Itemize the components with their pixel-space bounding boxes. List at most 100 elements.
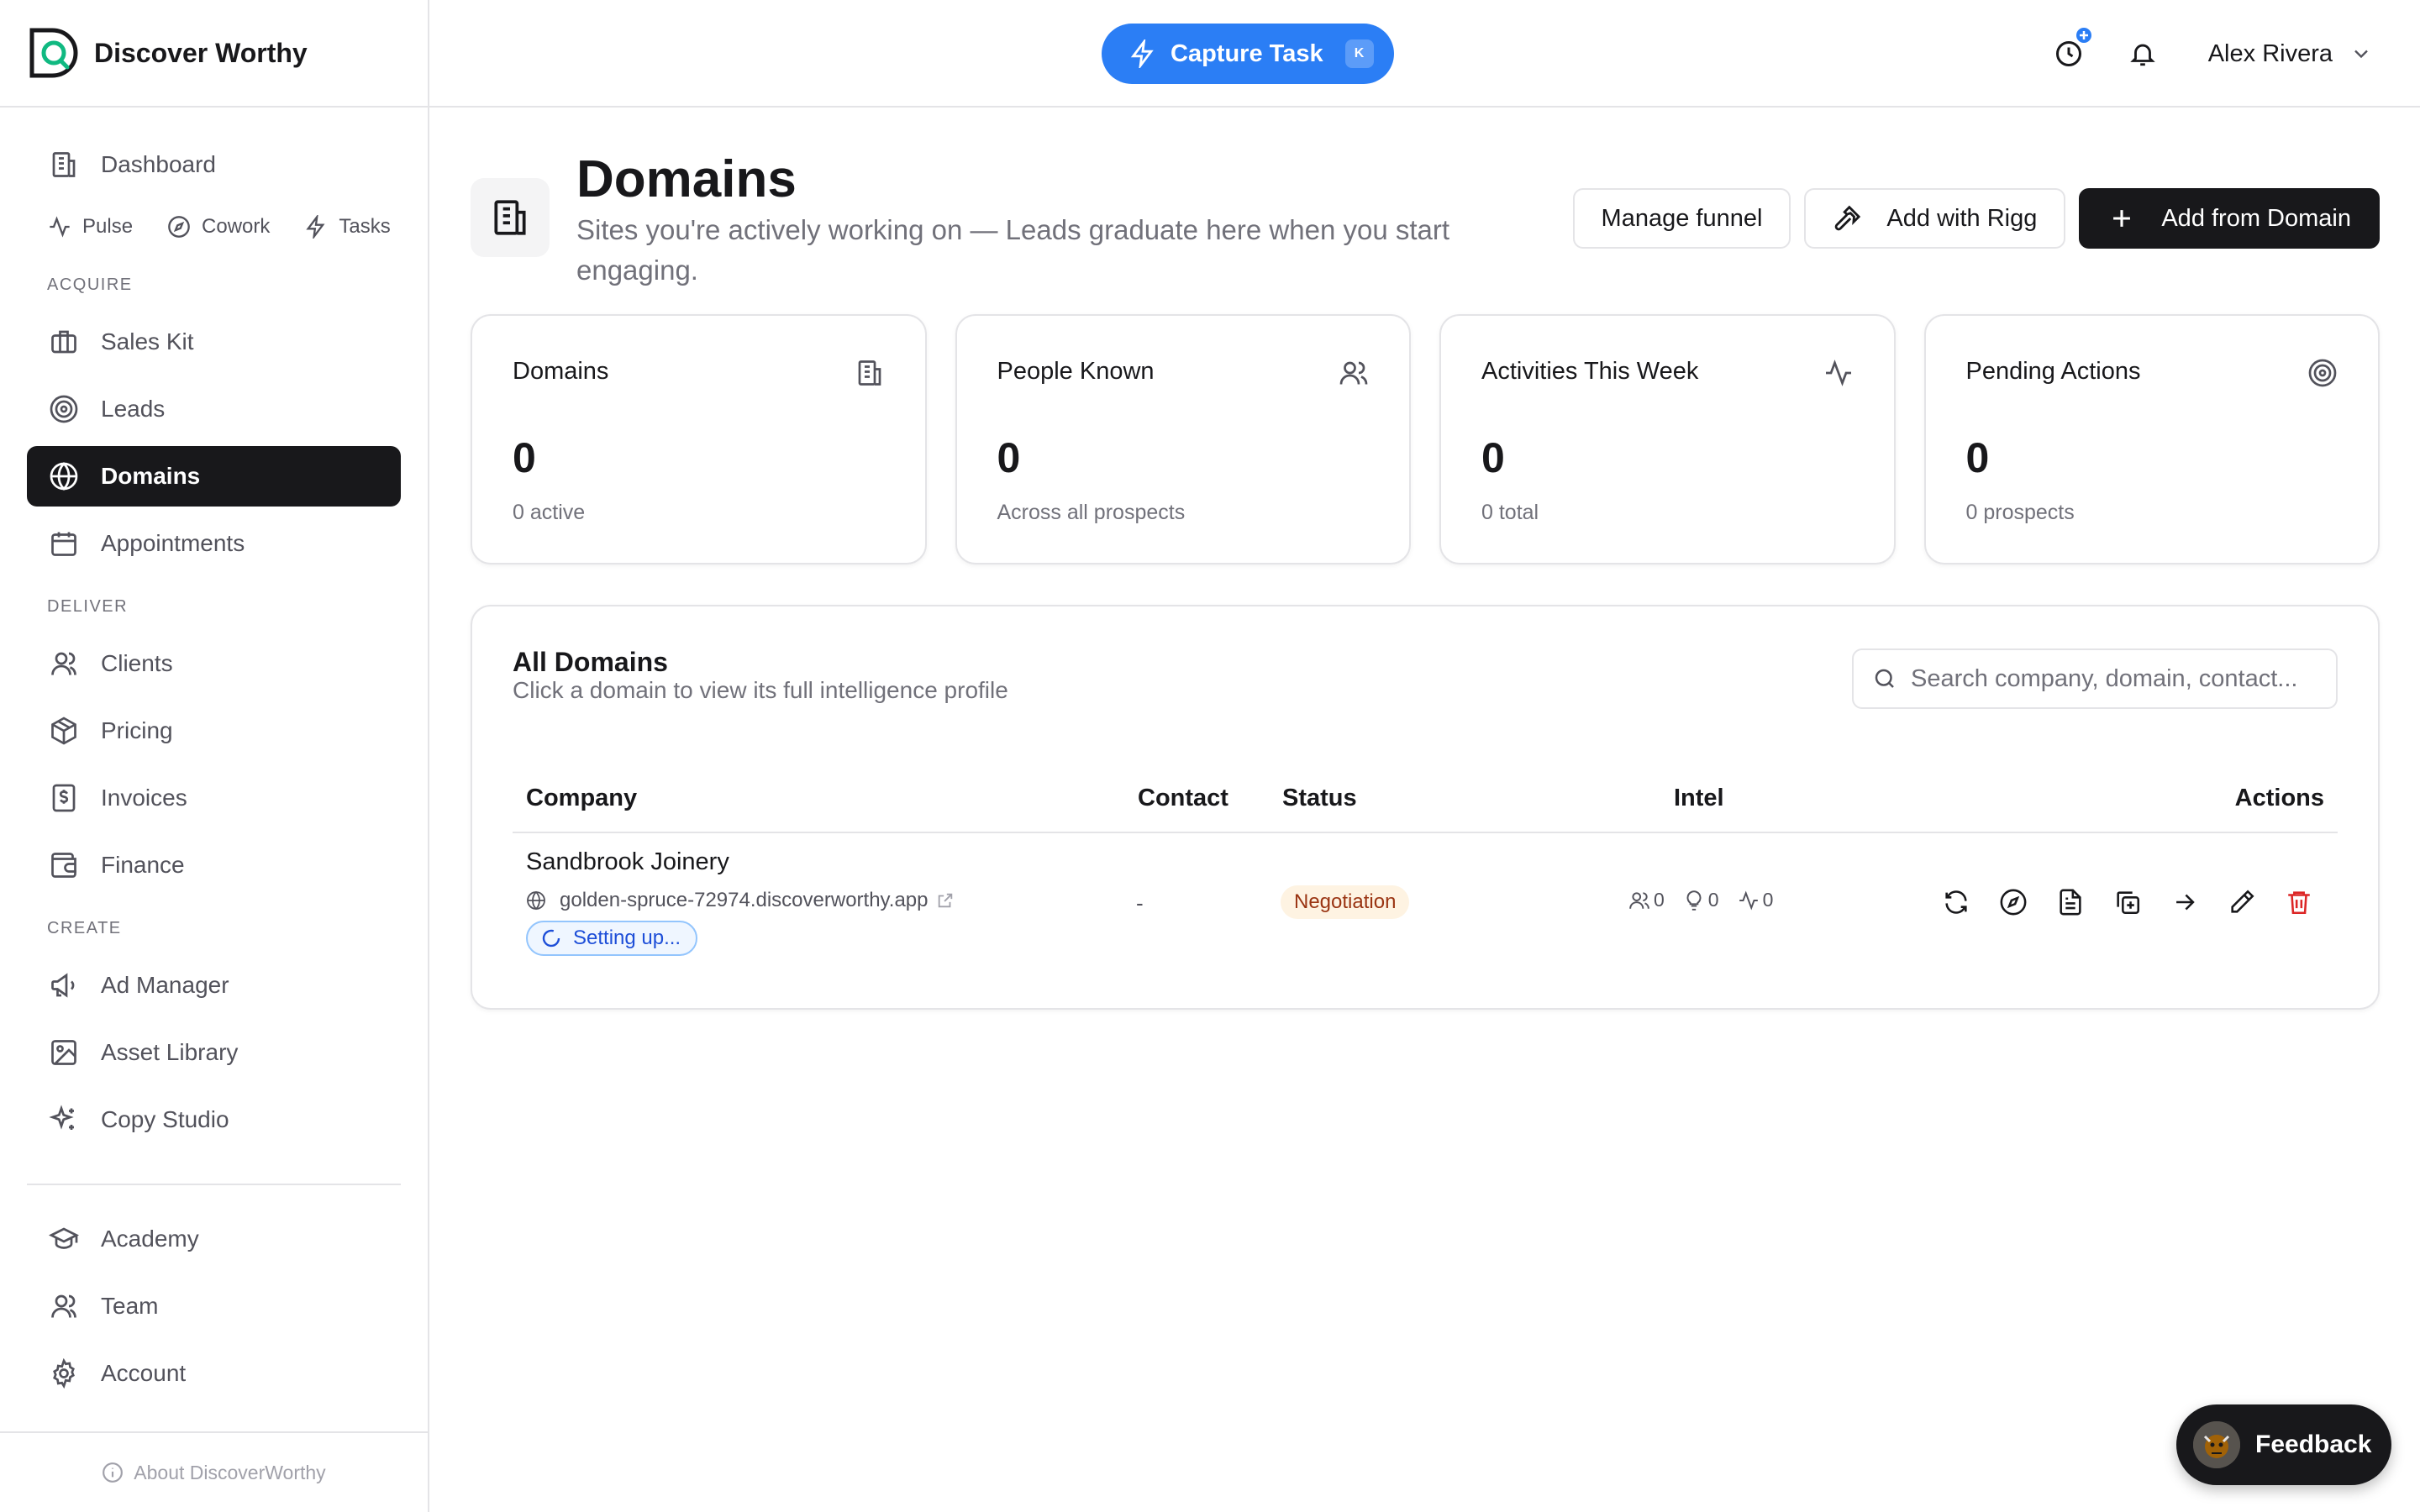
feedback-label: Feedback — [2255, 1431, 2372, 1458]
stat-subtext: 0 total — [1481, 501, 1539, 524]
sidebar-item-label: Finance — [101, 852, 185, 878]
sidebar-item-asset-library[interactable]: Asset Library — [27, 1022, 401, 1083]
sidebar-item-label: Dashboard — [101, 151, 216, 177]
sidebar-item-copy-studio[interactable]: Copy Studio — [27, 1089, 401, 1150]
sidebar-item-academy[interactable]: Academy — [27, 1209, 401, 1269]
domain-link[interactable]: golden-spruce-72974.discoverworthy.app — [526, 889, 955, 912]
capture-task-label: Capture Task — [1171, 39, 1323, 67]
top-bar: Capture Task K Alex Rivera — [429, 0, 2420, 108]
add-from-domain-label: Add from Domain — [2161, 204, 2351, 232]
package-icon — [47, 714, 81, 748]
history-button[interactable] — [2050, 25, 2094, 72]
notification-plus-badge — [2073, 25, 2094, 45]
sidebar-item-pricing[interactable]: Pricing — [27, 701, 401, 761]
stat-card-pending-actions: Pending Actions 0 0 prospects — [1923, 314, 2380, 564]
sidebar-item-domains[interactable]: Domains — [27, 446, 401, 507]
column-header-intel[interactable]: Intel — [1674, 785, 1724, 812]
add-with-rigg-button[interactable]: Add with Rigg — [1804, 188, 2066, 249]
domain-url: golden-spruce-72974.discoverworthy.app — [560, 889, 929, 911]
company-name[interactable]: Sandbrook Joinery — [526, 848, 729, 876]
sidebar-item-dashboard[interactable]: Dashboard — [27, 134, 401, 195]
sidebar-item-appointments[interactable]: Appointments — [27, 513, 401, 574]
intel-cell: 0 0 0 — [1628, 889, 1791, 911]
sidebar-item-team[interactable]: Team — [27, 1276, 401, 1336]
sidebar-subitem-pulse[interactable]: Pulse — [47, 214, 133, 239]
users-icon — [1629, 891, 1649, 909]
pencil-icon — [2231, 890, 2254, 913]
page-subtitle: Sites you're actively working on — Leads… — [576, 214, 1450, 286]
about-label: About DiscoverWorthy — [134, 1461, 326, 1483]
stat-label: Pending Actions — [1965, 358, 2141, 385]
sidebar-item-sales-kit[interactable]: Sales Kit — [27, 312, 401, 372]
avatar — [2193, 1421, 2240, 1468]
sidebar-item-label: Ad Manager — [101, 972, 229, 998]
manage-funnel-label: Manage funnel — [1601, 204, 1763, 232]
chevron-down-icon — [2354, 50, 2368, 59]
keyboard-shortcut-badge: K — [1344, 39, 1374, 68]
compass-icon — [2000, 889, 2027, 916]
sidebar-item-label: Leads — [101, 396, 166, 422]
refresh-icon — [1945, 890, 1967, 914]
table-header: Company Contact Status Intel Actions — [513, 766, 2338, 833]
sidebar-subitem-cowork[interactable]: Cowork — [166, 214, 270, 239]
document-button[interactable] — [2052, 884, 2089, 921]
sidebar-item-finance[interactable]: Finance — [27, 835, 401, 895]
building-icon — [858, 360, 881, 386]
activity-icon — [1739, 890, 1758, 910]
refresh-button[interactable] — [1938, 884, 1975, 921]
duplicate-button[interactable] — [2109, 884, 2146, 921]
section-label-acquire: ACQUIRE — [47, 276, 133, 294]
stat-value: 0 — [997, 434, 1021, 481]
open-button[interactable] — [2166, 884, 2203, 921]
column-header-status[interactable]: Status — [1282, 785, 1357, 812]
sidebar-subitem-tasks[interactable]: Tasks — [303, 214, 391, 239]
stat-subtext: 0 active — [513, 501, 586, 524]
user-icon — [47, 1289, 81, 1323]
external-link-icon — [939, 893, 953, 908]
lightning-icon — [303, 214, 329, 239]
brand[interactable]: Discover Worthy — [0, 0, 428, 108]
domains-table: Company Contact Status Intel Actions San… — [513, 766, 2338, 976]
notifications-button[interactable] — [2124, 35, 2161, 72]
sidebar-subitem-label: Pulse — [82, 215, 134, 238]
table-row[interactable]: Sandbrook Joinery golden-spruce-72974.di… — [513, 833, 2338, 976]
manage-funnel-button[interactable]: Manage funnel — [1572, 188, 1791, 249]
add-from-domain-button[interactable]: Add from Domain — [2079, 188, 2380, 249]
page-actions: Manage funnel Add with Rigg Add from Dom… — [1560, 188, 2380, 249]
column-header-company[interactable]: Company — [526, 785, 637, 812]
pulse-icon — [47, 214, 72, 239]
feedback-button[interactable]: Feedback — [2176, 1404, 2391, 1485]
sidebar-item-clients[interactable]: Clients — [27, 633, 401, 694]
user-menu[interactable]: Alex Rivera — [2208, 40, 2373, 68]
sidebar-item-label: Account — [101, 1360, 187, 1386]
sidebar-item-leads[interactable]: Leads — [27, 379, 401, 439]
contact-cell: - — [1136, 890, 1144, 916]
edit-button[interactable] — [2223, 884, 2260, 921]
about-link[interactable]: About DiscoverWorthy — [0, 1431, 428, 1512]
sidebar-item-account[interactable]: Account — [27, 1343, 401, 1404]
target-icon — [47, 392, 81, 426]
sidebar-subitem-label: Tasks — [339, 215, 391, 238]
section-label-create: CREATE — [47, 919, 122, 937]
sidebar-item-invoices[interactable]: Invoices — [27, 768, 401, 828]
status-badge[interactable]: Negotiation — [1281, 885, 1410, 919]
column-header-actions: Actions — [2234, 785, 2324, 811]
trash-icon — [2288, 891, 2310, 915]
sidebar-item-label: Academy — [101, 1226, 199, 1252]
intel-ideas: 0 — [1683, 889, 1719, 911]
explore-button[interactable] — [1995, 884, 2032, 921]
lightning-icon — [1130, 39, 1154, 68]
search-input[interactable] — [1911, 664, 2306, 693]
sidebar-item-label: Team — [101, 1293, 159, 1319]
globe-icon — [47, 459, 81, 493]
sidebar-item-label: Copy Studio — [101, 1106, 229, 1132]
stat-card-people-known: People Known 0 Across all prospects — [955, 314, 1411, 564]
globe-icon — [527, 890, 545, 911]
sidebar-item-ad-manager[interactable]: Ad Manager — [27, 955, 401, 1016]
capture-task-button[interactable]: Capture Task K — [1102, 24, 1394, 84]
delete-button[interactable] — [2281, 884, 2317, 921]
graduation-cap-icon — [47, 1222, 81, 1256]
column-header-contact[interactable]: Contact — [1138, 785, 1228, 812]
search-box — [1852, 648, 2338, 709]
user-icon — [47, 647, 81, 680]
